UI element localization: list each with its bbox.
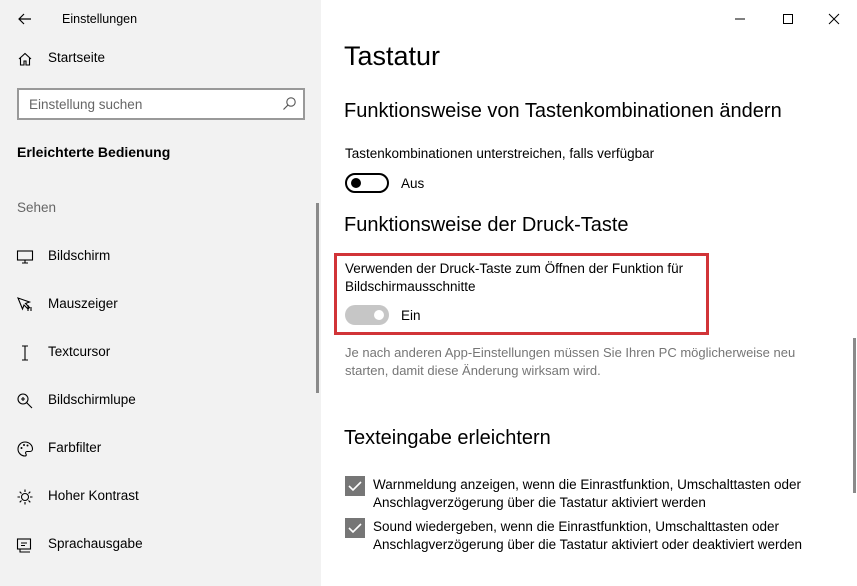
sidebar-item-label: Bildschirmlupe [48,392,136,407]
sidebar-item-hoher-kontrast[interactable]: Hoher Kontrast [0,474,318,518]
minimize-button[interactable] [723,6,757,32]
page-title: Tastatur [344,41,441,71]
close-button[interactable] [817,6,851,32]
back-arrow-icon [18,13,31,25]
sidebar: Einstellungen Startseite Erleichterte Be… [0,0,321,586]
sidebar-item-bildschirm[interactable]: Bildschirm [0,234,318,278]
highlight-frame [334,253,709,335]
maximize-icon [783,14,793,24]
sidebar-item-label: Bildschirm [48,248,111,263]
sidebar-item-label: Textcursor [48,344,111,359]
section-heading-print-key: Funktionsweise der Druck-Taste [344,214,629,236]
contrast-icon [17,489,33,505]
sound-checkbox[interactable] [345,518,365,538]
back-button[interactable] [14,9,36,29]
sidebar-item-bildschirmlupe[interactable]: Bildschirmlupe [0,378,318,422]
close-icon [828,13,840,25]
section-heading-typing: Texteingabe erleichtern [344,427,551,449]
checkmark-icon [348,481,362,492]
sidebar-item-home[interactable]: Startseite [0,44,321,74]
checkmark-icon [348,523,362,534]
sidebar-item-farbfilter[interactable]: Farbfilter [0,426,318,470]
search-icon[interactable] [281,96,297,112]
palette-icon [17,441,34,457]
sidebar-group-label: Sehen [17,200,57,215]
sidebar-item-sprachausgabe[interactable]: Sprachausgabe [0,522,318,566]
sidebar-item-label: Mauszeiger [48,296,118,311]
sidebar-item-mauszeiger[interactable]: Mauszeiger [0,282,318,326]
toggle-state-label: Aus [401,176,425,191]
main-scrollbar[interactable] [853,338,856,493]
section-heading-shortcuts: Funktionsweise von Tastenkombinationen ä… [344,100,782,122]
sidebar-item-label: Startseite [48,50,106,65]
search-input[interactable] [29,95,269,113]
home-icon [18,52,32,66]
app-title: Einstellungen [62,12,138,26]
sound-checkbox-label: Sound wiedergeben, wenn die Einrastfunkt… [373,519,802,552]
minimize-icon [735,18,745,20]
magnifier-icon [17,393,33,409]
sidebar-scrollbar[interactable] [316,203,319,393]
sidebar-item-label: Sprachausgabe [48,536,143,551]
underline-shortcuts-toggle[interactable] [345,173,389,193]
sidebar-section-title: Erleichterte Bedienung [17,144,171,160]
warning-checkbox[interactable] [345,476,365,496]
search-box[interactable] [17,88,305,120]
sidebar-item-label: Hoher Kontrast [48,488,139,503]
toggle-knob [351,178,361,188]
narrator-icon [16,538,32,553]
underline-shortcuts-label: Tastenkombinationen unterstreichen, fall… [345,146,655,161]
sidebar-item-textcursor[interactable]: Textcursor [0,330,318,374]
restart-hint: Je nach anderen App-Einstellungen müssen… [345,345,796,378]
monitor-icon [16,250,34,264]
warning-checkbox-label: Warnmeldung anzeigen, wenn die Einrastfu… [373,477,801,510]
sidebar-item-label: Farbfilter [48,440,102,455]
text-cursor-icon [22,345,28,361]
pointer-icon [17,297,32,311]
maximize-button[interactable] [771,6,805,32]
